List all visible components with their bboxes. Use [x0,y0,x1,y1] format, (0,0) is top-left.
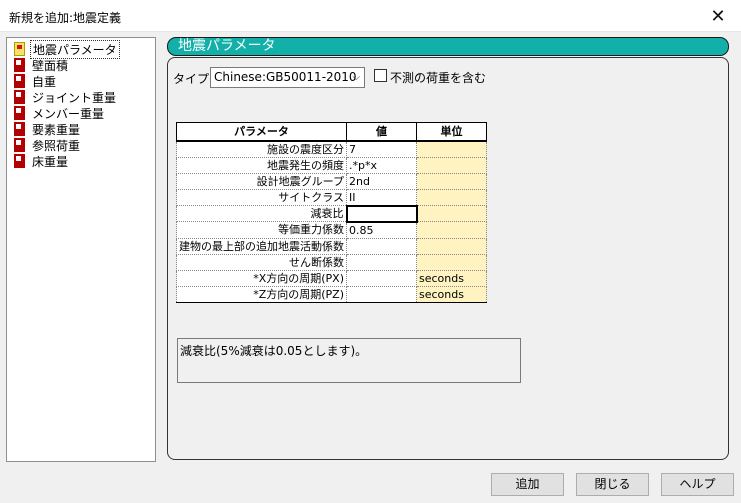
column-header-value: 値 [346,122,417,142]
table-row[interactable]: サイトクラス II [176,188,487,206]
load-icon [14,74,25,88]
table-row[interactable]: *Z方向の周期(PZ) seconds [176,285,487,303]
parameter-name: 設計地震グループ [176,172,347,190]
table-row[interactable]: 施設の震度区分 7 [176,140,487,158]
parameter-value-cell[interactable] [346,237,417,255]
parameter-name: 等価重力係数 [176,221,347,239]
load-icon [14,58,25,72]
parameter-unit-cell: seconds [416,269,487,287]
tree-item-selfweight[interactable]: 自重 [14,73,58,89]
load-icon [14,138,25,152]
parameter-value-cell[interactable] [346,269,417,287]
definition-tree[interactable]: 地震パラメータ 壁面積 自重 ジョイント重量 メンバー重量 要素重量 参照荷重 … [6,37,156,462]
parameter-value-cell[interactable]: II [346,188,417,206]
table-row[interactable]: 地震発生の頻度 .*p*x [176,156,487,174]
parameter-name: 減衰比 [176,205,347,222]
parameters-table: パラメータ 値 単位 施設の震度区分 7 地震発生の頻度 .*p*x 設計地震グ… [176,122,487,303]
type-dropdown[interactable]: Chinese:GB50011-2010 ⌵ [210,67,365,88]
parameter-unit-cell [416,221,487,239]
tree-item-label: 要素重量 [32,122,81,137]
tree-item-label: 自重 [32,74,57,89]
tree-item-label: 床重量 [32,154,69,169]
parameter-value-cell[interactable]: 2nd [346,172,417,190]
close-icon: ✕ [710,5,726,27]
parameter-description: 減衰比(5%減衰は0.05とします)。 [177,338,521,383]
tree-item-wall-area[interactable]: 壁面積 [14,57,70,73]
tree-item-label: ジョイント重量 [32,90,117,105]
parameter-value-cell[interactable]: 0.85 [346,221,417,239]
accidental-load-checkbox[interactable] [374,69,387,82]
table-row[interactable]: 等価重力係数 0.85 [176,221,487,239]
parameter-value-cell[interactable] [346,285,417,303]
tree-item-element-weight[interactable]: 要素重量 [14,121,82,137]
parameter-icon [14,42,25,56]
parameter-unit-cell [416,156,487,174]
table-row[interactable]: せん断係数 [176,253,487,271]
tree-item-seismic-parameters[interactable]: 地震パラメータ [14,39,120,59]
load-icon [14,122,25,136]
tree-item-floor-weight[interactable]: 床重量 [14,153,70,169]
table-row[interactable]: *X方向の周期(PX) seconds [176,269,487,287]
table-row[interactable]: 減衰比 [176,204,487,223]
load-icon [14,90,25,104]
parameter-value-cell[interactable] [346,253,417,271]
add-button[interactable]: 追加 [491,473,564,496]
parameter-name: 地震発生の頻度 [176,156,347,174]
parameter-name: *Z方向の周期(PZ) [176,285,347,303]
parameter-unit-cell [416,172,487,190]
tree-item-joint-weight[interactable]: ジョイント重量 [14,89,118,105]
parameter-unit-cell [416,205,487,222]
title-bar: 新規を追加:地震定義 ✕ [0,0,741,32]
type-dropdown-value: Chinese:GB50011-2010 [214,70,357,84]
parameter-value-cell-active[interactable] [345,204,418,223]
column-header-unit: 単位 [416,122,487,142]
parameter-unit-cell [416,237,487,255]
tree-item-label: 参照荷重 [32,138,81,153]
panel-header: 地震パラメータ [167,37,729,56]
tree-item-label: メンバー重量 [32,106,105,121]
close-window-button[interactable]: ✕ [695,0,741,32]
table-row[interactable]: 設計地震グループ 2nd [176,172,487,190]
tree-item-reference-load[interactable]: 参照荷重 [14,137,82,153]
parameter-name: 建物の最上部の追加地震活動係数 [176,237,347,255]
parameter-name: サイトクラス [176,188,347,206]
parameter-name: *X方向の周期(PX) [176,269,347,287]
chevron-down-icon: ⌵ [352,72,360,83]
window-title: 新規を追加:地震定義 [9,11,122,25]
column-header-parameter: パラメータ [176,122,347,142]
tree-item-member-weight[interactable]: メンバー重量 [14,105,106,121]
parameter-value-cell[interactable]: .*p*x [346,156,417,174]
close-button[interactable]: 閉じる [576,473,649,496]
parameter-value-cell[interactable]: 7 [346,140,417,158]
parameter-name: せん断係数 [176,253,347,271]
parameter-name: 施設の震度区分 [176,140,347,158]
load-icon [14,154,25,168]
help-button[interactable]: ヘルプ [661,473,734,496]
type-label: タイプ: [173,72,214,86]
load-icon [14,106,25,120]
tree-item-label: 壁面積 [32,58,69,73]
table-row[interactable]: 建物の最上部の追加地震活動係数 [176,237,487,255]
accidental-load-checkbox-label[interactable]: 不測の荷重を含む [390,69,486,86]
parameter-unit-cell [416,140,487,158]
parameter-unit-cell [416,188,487,206]
parameter-unit-cell [416,253,487,271]
parameter-unit-cell: seconds [416,285,487,303]
